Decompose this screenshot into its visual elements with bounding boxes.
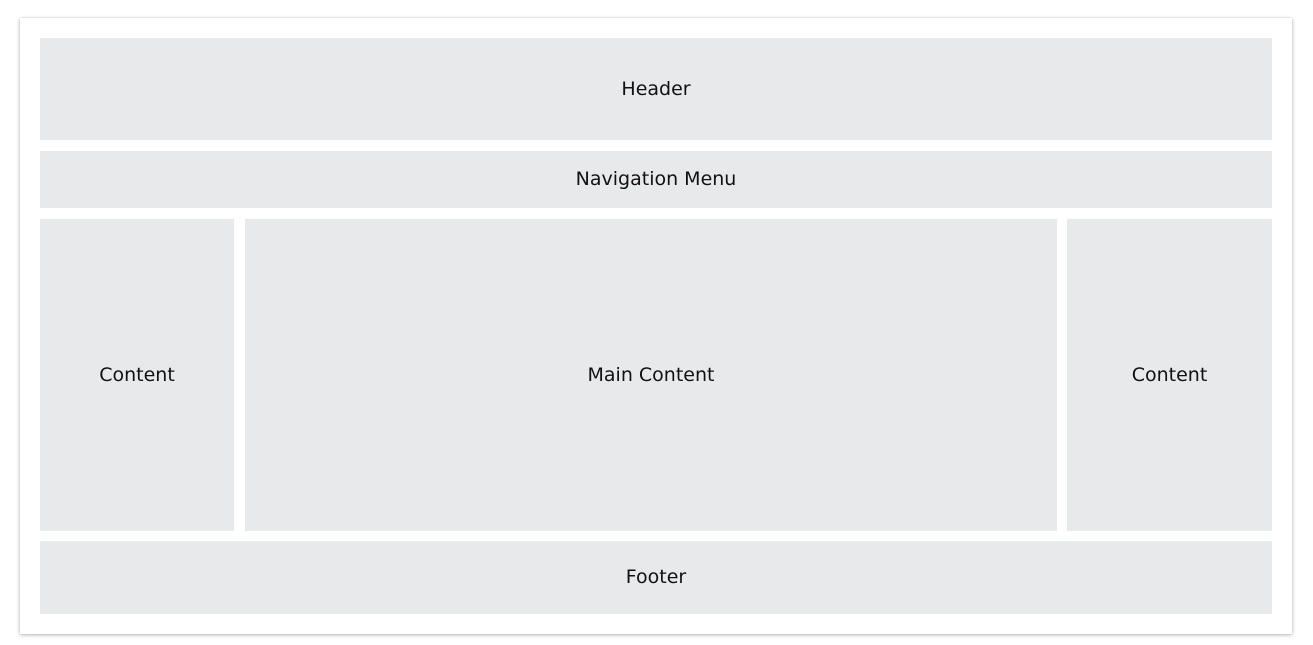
main-content-label: Main Content — [587, 363, 715, 386]
right-content-block: Content — [1067, 219, 1272, 531]
header-label: Header — [621, 77, 691, 100]
navigation-menu-block: Navigation Menu — [40, 151, 1272, 208]
navigation-menu-label: Navigation Menu — [575, 168, 737, 190]
main-content-block: Main Content — [245, 219, 1057, 531]
right-content-label: Content — [1131, 363, 1208, 386]
footer-label: Footer — [625, 566, 687, 588]
header-block: Header — [40, 38, 1272, 140]
left-content-label: Content — [99, 363, 175, 386]
layout-diagram-card: Header Navigation Menu Content Main Cont… — [20, 18, 1292, 634]
left-content-block: Content — [40, 219, 234, 531]
footer-block: Footer — [40, 541, 1272, 614]
